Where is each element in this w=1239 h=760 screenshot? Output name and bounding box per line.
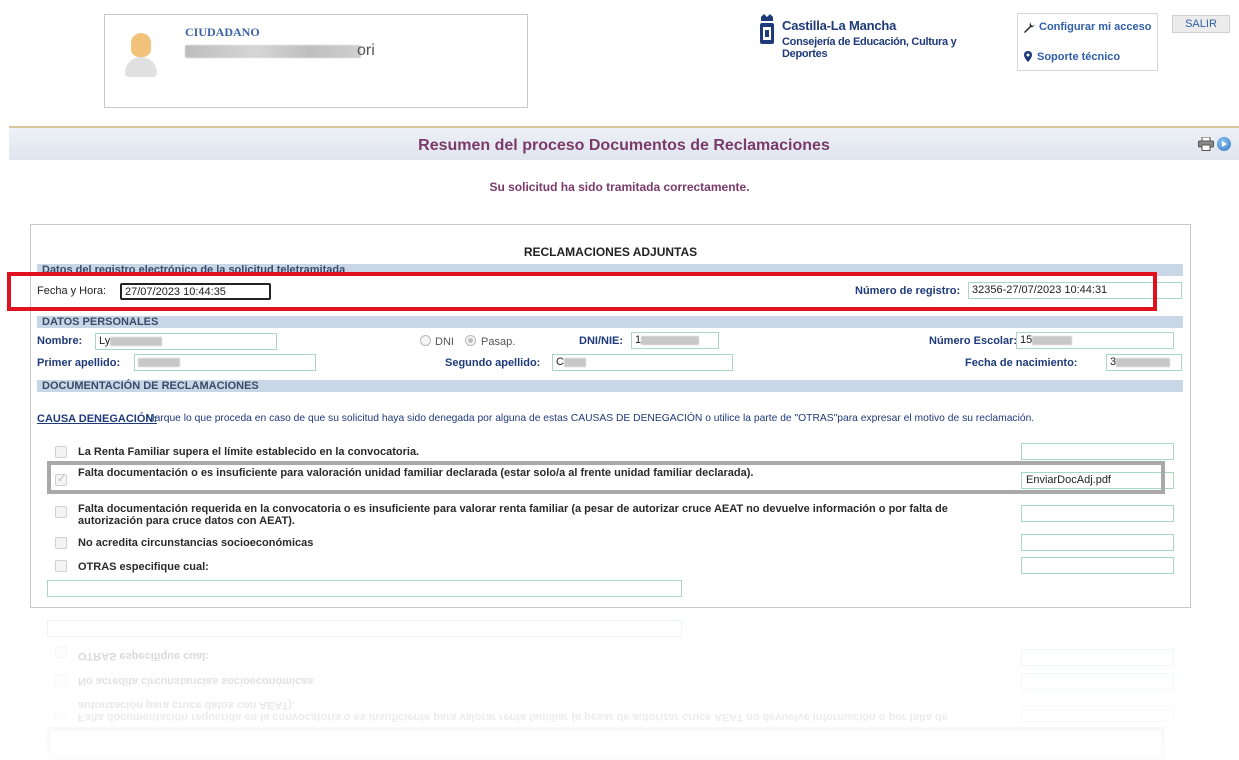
option-3-checkbox[interactable] (55, 506, 67, 518)
dni-label: DNI (435, 336, 454, 348)
print-icon[interactable] (1198, 137, 1214, 151)
option-1-label: La Renta Familiar supera el límite estab… (78, 446, 420, 458)
reflection-checkbox (55, 675, 67, 687)
option-4-file-field[interactable] (1021, 534, 1174, 551)
reflection-gray-box (47, 727, 1165, 760)
reflection-option-3: Falta documentación requerida en la conv… (78, 699, 948, 723)
option-4-label: No acredita circunstancias socioeconómic… (78, 537, 314, 549)
nombre-field[interactable]: Ly (95, 333, 277, 350)
user-links-box: Configurar mi acceso Soporte técnico (1017, 13, 1158, 71)
fecha-hora-field[interactable]: 27/07/2023 10:44:35 (120, 283, 271, 300)
soporte-tecnico-label: Soporte técnico (1037, 51, 1121, 63)
pin-icon (1024, 51, 1032, 62)
fecha-nacimiento-label: Fecha de nacimiento: (965, 357, 1078, 369)
section-documentacion: DOCUMENTACIÓN DE RECLAMACIONES (37, 380, 1183, 392)
primer-apellido-label: Primer apellido: (37, 357, 121, 369)
configurar-acceso-label: Configurar mi acceso (1039, 21, 1152, 33)
configurar-acceso-link[interactable]: Configurar mi acceso (1023, 21, 1151, 33)
reflection-option-4: No acredita circunstancias socioeconómic… (78, 675, 314, 687)
go-icon[interactable] (1217, 137, 1231, 151)
option-3-file-field[interactable] (1021, 505, 1174, 522)
reflection-option-5: OTRAS especifique cual: (78, 650, 209, 662)
reflection-checkbox (55, 646, 67, 658)
crown-emblem-icon (760, 14, 774, 44)
numero-escolar-value: 15 (1020, 334, 1033, 346)
causa-denegacion-label: CAUSA DENEGACIÓN: (37, 413, 157, 425)
page-title: Resumen del proceso Documentos de Reclam… (418, 137, 830, 154)
numero-registro-label: Número de registro: (855, 285, 961, 297)
option-4-checkbox[interactable] (55, 537, 67, 549)
dni-nie-label: DNI/NIE: (579, 335, 623, 347)
reflection-effect: OTRAS especifique cual: No acredita circ… (0, 608, 1239, 760)
user-avatar-icon (125, 33, 157, 77)
section-datos-personales: DATOS PERSONALES (37, 316, 1183, 328)
pasaporte-label: Pasap. (481, 336, 516, 348)
title-bar: Resumen del proceso Documentos de Reclam… (9, 126, 1239, 160)
segundo-apellido-field[interactable]: C (552, 354, 733, 371)
numero-escolar-label: Número Escolar: (929, 335, 1018, 347)
option-1-file-field[interactable] (1021, 443, 1174, 460)
option-5-file-field[interactable] (1021, 557, 1174, 574)
user-card: CIUDADANO ori (104, 14, 528, 108)
logo-title: Castilla-La Mancha (782, 18, 897, 33)
user-name-redacted (185, 45, 361, 58)
reflection-field (1021, 673, 1174, 690)
panel-title: RECLAMACIONES ADJUNTAS (523, 245, 698, 259)
reflection-field (1021, 649, 1174, 666)
reflection-field (47, 620, 682, 637)
wrench-icon (1024, 22, 1035, 33)
fecha-hora-label: Fecha y Hora: (37, 285, 107, 297)
nombre-value: Ly (99, 335, 111, 347)
option-2-checkbox[interactable] (55, 472, 67, 486)
dni-nie-field[interactable]: 1 (631, 332, 719, 349)
otras-especifique-field[interactable] (47, 580, 682, 597)
option-3-label: Falta documentación requerida en la conv… (78, 503, 948, 527)
option-5-label: OTRAS especifique cual: (78, 561, 209, 573)
reflection-field (1021, 705, 1174, 722)
reflection-fade (0, 608, 1239, 760)
segundo-apellido-label: Segundo apellido: (445, 357, 541, 369)
user-name: ori (357, 42, 375, 59)
user-role: CIUDADANO (185, 25, 260, 39)
numero-escolar-field[interactable]: 15 (1016, 332, 1174, 349)
pasaporte-radio[interactable] (465, 335, 476, 346)
nombre-label: Nombre: (37, 335, 83, 347)
dni-radio[interactable] (420, 335, 431, 346)
logo-subtitle: Consejería de Educación, Cultura y Depor… (782, 36, 957, 60)
option-2-label: Falta documentación o es insuficiente pa… (78, 467, 754, 479)
fecha-nacimiento-field[interactable]: 3 (1106, 354, 1182, 371)
reflection-checkbox (55, 708, 67, 720)
jccm-logo: Castilla-La Mancha Consejería de Educaci… (758, 14, 998, 60)
status-message: Su solicitud ha sido tramitada correctam… (489, 180, 750, 194)
soporte-tecnico-link[interactable]: Soporte técnico (1023, 51, 1120, 63)
option-2-file-field[interactable]: EnviarDocAdj.pdf (1021, 472, 1174, 489)
option-5-checkbox[interactable] (55, 560, 67, 572)
causa-denegacion-text: Marque lo que proceda en caso de que su … (146, 413, 1035, 424)
primer-apellido-field[interactable] (134, 354, 316, 371)
option-1-checkbox[interactable] (55, 446, 67, 458)
numero-registro-field[interactable]: 32356-27/07/2023 10:44:31 (968, 282, 1182, 299)
section-registro: Datos del registro electrónico de la sol… (37, 264, 1183, 276)
salir-button[interactable]: SALIR (1172, 15, 1230, 33)
segundo-apellido-value: C (556, 356, 564, 368)
